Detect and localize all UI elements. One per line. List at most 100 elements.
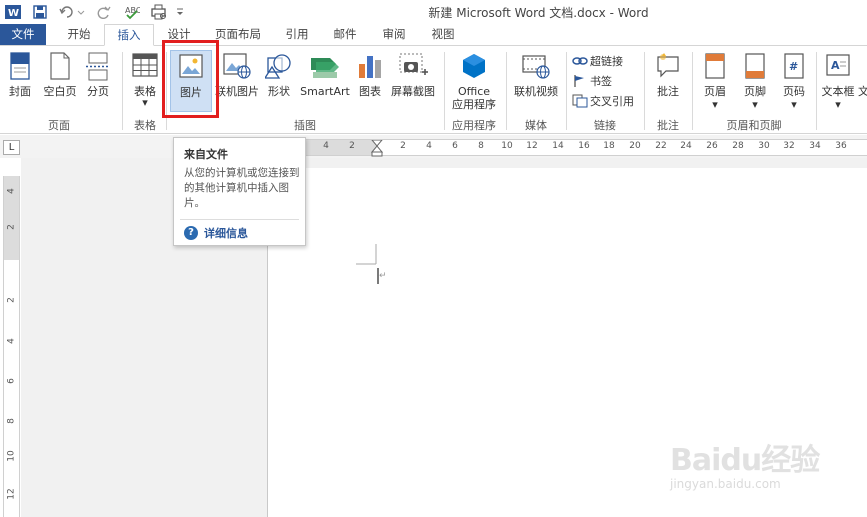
comment-button[interactable]: 批注 [648, 50, 688, 112]
office-store-icon [463, 54, 485, 78]
screenshot-label: 屏幕截图 [391, 85, 435, 98]
group-media-label: 媒体 [525, 119, 547, 132]
tab-insert[interactable]: 插入 [104, 24, 154, 46]
tooltip-title: 来自文件 [184, 148, 228, 161]
group-links-label: 链接 [594, 119, 616, 132]
table-icon [132, 53, 158, 77]
textbox-button[interactable]: A 文本框 ▾ [820, 50, 856, 112]
shapes-icon [265, 54, 291, 79]
smartart-button[interactable]: SmartArt [298, 50, 352, 112]
comment-icon [657, 53, 679, 78]
online-video-button[interactable]: 联机视频 [510, 50, 562, 112]
annotation-highlight [162, 40, 219, 118]
tab-selector[interactable]: L [3, 140, 20, 155]
ruler-tick: 4 [6, 188, 17, 194]
group-separator [506, 52, 507, 130]
comment-label: 批注 [657, 85, 679, 98]
tooltip-more-info-link[interactable]: ? 详细信息 [184, 225, 248, 241]
office-apps-button[interactable]: Office 应用程序 [446, 50, 502, 112]
cross-reference-button[interactable]: 交叉引用 [572, 92, 634, 110]
ruler-tick: 6 [452, 141, 458, 151]
cross-reference-label: 交叉引用 [590, 95, 634, 108]
footer-button[interactable]: 页脚 ▾ [736, 50, 774, 112]
office-apps-label-1: Office [457, 85, 491, 98]
header-label: 页眉 [704, 85, 726, 98]
tab-review[interactable]: 审阅 [375, 24, 413, 46]
cover-page-icon [10, 52, 30, 80]
more-text-label: 文 [858, 85, 867, 98]
watermark-brand: Baidu经验 [670, 443, 820, 478]
group-apps-label: 应用程序 [452, 119, 496, 132]
group-header-footer-label: 页眉和页脚 [726, 119, 782, 132]
ribbon-tabs: 文件 开始 插入 设计 页面布局 引用 邮件 审阅 视图 [0, 24, 867, 46]
online-video-label: 联机视频 [514, 85, 558, 98]
more-text-button[interactable]: 文 [858, 50, 867, 112]
cross-reference-icon [572, 94, 588, 108]
bookmark-button[interactable]: 书签 [572, 72, 612, 90]
blank-page-button[interactable]: 空白页 [40, 50, 80, 112]
page-break-button[interactable]: 分页 [82, 50, 114, 112]
header-button[interactable]: 页眉 ▾ [696, 50, 734, 112]
ruler-tick: 32 [783, 141, 795, 151]
ruler-tick: 4 [426, 141, 432, 151]
vertical-ruler[interactable]: 4 2 2 4 6 8 10 12 [3, 176, 20, 517]
ruler-tick: 22 [655, 141, 667, 151]
online-picture-icon [223, 53, 251, 79]
blank-page-label: 空白页 [43, 85, 77, 98]
hyperlink-button[interactable]: 超链接 [572, 52, 623, 70]
ruler-tick: 20 [629, 141, 641, 151]
ruler-tick: 30 [758, 141, 770, 151]
group-separator [444, 52, 445, 130]
online-picture-button[interactable]: 联机图片 [214, 50, 260, 112]
tooltip-divider [180, 219, 299, 220]
table-button[interactable]: 表格 ▾ [128, 50, 162, 112]
bookmark-icon [574, 75, 584, 87]
tooltip-description: 从您的计算机或您连接到的其他计算机中插入图片。 [184, 167, 300, 209]
ruler-tick: 6 [6, 378, 17, 384]
title-bar: W ABC 新建 Microsoft Word 文档.docx - Word [0, 0, 867, 24]
tab-home[interactable]: 开始 [60, 24, 98, 46]
ruler-tick: 34 [809, 141, 821, 151]
page-number-label: 页码 [783, 85, 805, 98]
tab-file[interactable]: 文件 [0, 24, 46, 46]
tooltip-more-info-label: 详细信息 [204, 227, 248, 240]
group-pages-label: 页面 [48, 119, 70, 132]
ruler-tick: 8 [6, 418, 17, 424]
chevron-down-icon: ▾ [142, 96, 148, 109]
smartart-label: SmartArt [300, 85, 350, 98]
chevron-down-icon: ▾ [835, 98, 841, 111]
link-icon [572, 57, 588, 65]
ruler-tick: 14 [552, 141, 564, 151]
indent-marker-icon[interactable] [370, 140, 384, 157]
smartart-icon [311, 58, 339, 78]
chart-button[interactable]: 图表 [354, 50, 386, 112]
tab-mailings[interactable]: 邮件 [326, 24, 364, 46]
ribbon: 封面 空白页 分页 页面 表格 ▾ 表格 图片 联机图片 形状 SmartArt… [0, 46, 867, 134]
ruler-tick: 26 [706, 141, 718, 151]
page-break-icon [86, 52, 110, 81]
group-tables-label: 表格 [134, 119, 156, 132]
group-separator [816, 52, 817, 130]
tab-references[interactable]: 引用 [278, 24, 316, 46]
ruler-tick: 12 [6, 488, 17, 500]
window-title: 新建 Microsoft Word 文档.docx - Word [428, 6, 649, 20]
shapes-button[interactable]: 形状 [262, 50, 296, 112]
text-cursor-icon: ↵ [356, 244, 386, 284]
horizontal-ruler[interactable]: 4 2 2 4 6 8 10 12 14 16 18 20 22 24 26 2… [270, 139, 867, 157]
group-separator [692, 52, 693, 130]
ruler-tick: 16 [578, 141, 590, 151]
tab-view[interactable]: 视图 [424, 24, 462, 46]
help-icon: ? [184, 226, 198, 240]
group-separator [566, 52, 567, 130]
group-separator [122, 52, 123, 130]
online-picture-label: 联机图片 [215, 85, 259, 98]
picture-tooltip: 来自文件 从您的计算机或您连接到的其他计算机中插入图片。 ? 详细信息 [173, 137, 306, 246]
page-number-button[interactable]: # 页码 ▾ [776, 50, 812, 112]
cover-page-button[interactable]: 封面 [4, 50, 36, 112]
group-illustrations-label: 插图 [294, 119, 316, 132]
screenshot-button[interactable]: 屏幕截图 [388, 50, 438, 112]
ruler-tick: 12 [526, 141, 538, 151]
ruler-tick: 4 [6, 338, 17, 344]
group-comments-label: 批注 [657, 119, 679, 132]
ruler-row: L 4 2 2 4 6 8 10 12 14 16 18 20 22 24 26… [0, 135, 867, 158]
